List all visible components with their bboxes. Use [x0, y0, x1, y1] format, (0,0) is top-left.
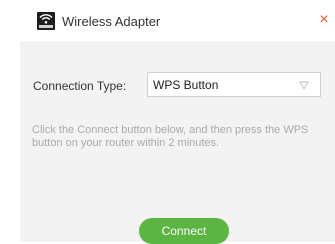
window-title: Wireless Adapter	[62, 14, 161, 29]
instructions-text: Click the Connect button below, and then…	[32, 124, 309, 149]
chevron-down-icon	[299, 81, 309, 90]
close-icon[interactable]: ×	[316, 11, 332, 29]
title-bar: Wireless Adapter ×	[0, 8, 335, 38]
settings-panel: Connection Type: WPS Button Click the Co…	[20, 41, 335, 244]
adapter-bar	[39, 25, 53, 28]
connect-button[interactable]: Connect	[139, 218, 229, 244]
connection-type-label: Connection Type:	[33, 79, 127, 93]
connection-type-select[interactable]: WPS Button	[147, 72, 321, 97]
connection-type-value: WPS Button	[153, 78, 219, 92]
wifi-adapter-icon	[37, 12, 55, 30]
